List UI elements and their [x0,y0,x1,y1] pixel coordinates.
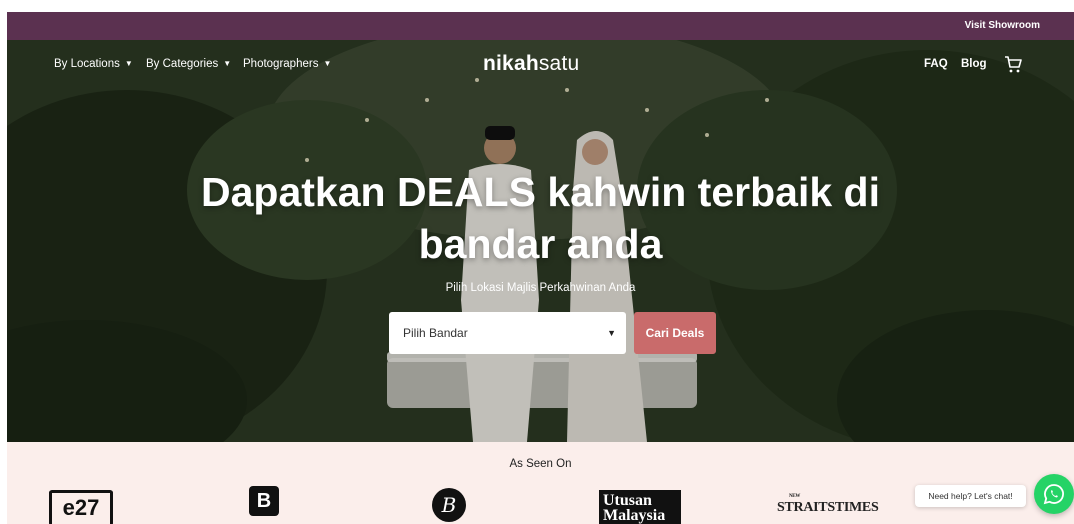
e27-logo: e27 [49,490,113,524]
hero-section: By Locations ▼ By Categories ▼ Photograp… [7,40,1074,442]
chevron-down-icon: ▼ [323,58,332,68]
cart-icon[interactable] [1003,54,1023,74]
nav-faq[interactable]: FAQ [924,58,948,70]
headline-line-2: bandar anda [418,221,663,267]
visit-showroom-link[interactable]: Visit Showroom [965,20,1040,31]
chevron-down-icon: ▼ [223,58,232,68]
main-nav: By Locations ▼ By Categories ▼ Photograp… [7,40,1074,90]
nav-by-categories-label: By Categories [146,58,219,70]
chat-prompt-bubble[interactable]: Need help? Let's chat! [915,485,1026,507]
press-title: As Seen On [509,458,572,470]
utusan-line-1: Utusan [603,492,652,509]
straits-small: NEW [789,494,801,499]
hero-headline: Dapatkan DEALS kahwin terbaik di bandar … [7,166,1074,270]
page: Visit Showroom By Locations ▼ By Categor… [7,8,1074,524]
utusan-malaysia-logo: Utusan Malaysia [599,490,681,524]
press-section: As Seen On e27 B B Utusan Malaysia NEW S… [7,442,1074,524]
city-select-value: Pilih Bandar [403,326,468,340]
straits-text: STRAITSTIMES [777,500,879,515]
chevron-down-icon: ▼ [124,58,133,68]
whatsapp-icon [1043,484,1064,505]
top-bar: Visit Showroom [7,12,1074,40]
straits-times-logo: NEW STRAITSTIMES [777,494,879,516]
nav-blog[interactable]: Blog [961,58,987,70]
utusan-line-2: Malaysia [603,507,666,524]
nav-photographers[interactable]: Photographers ▼ [243,58,331,70]
headline-line-1: Dapatkan DEALS kahwin terbaik di [201,169,880,215]
logo-light: satu [538,52,580,75]
logo-bold: nikah [483,52,539,75]
b-logo: B [249,486,279,516]
nav-by-categories[interactable]: By Categories ▼ [146,58,231,70]
whatsapp-chat-button[interactable] [1034,474,1074,514]
nav-by-locations[interactable]: By Locations ▼ [54,58,133,70]
site-logo[interactable]: nikahsatu [483,52,579,76]
hero-subheading: Pilih Lokasi Majlis Perkahwinan Anda [445,282,636,294]
chevron-down-icon: ▼ [607,328,616,338]
script-b-logo: B [432,488,466,522]
cari-deals-button[interactable]: Cari Deals [634,312,716,354]
nav-by-locations-label: By Locations [54,58,120,70]
city-select[interactable]: Pilih Bandar ▼ [389,312,626,354]
nav-photographers-label: Photographers [243,58,319,70]
